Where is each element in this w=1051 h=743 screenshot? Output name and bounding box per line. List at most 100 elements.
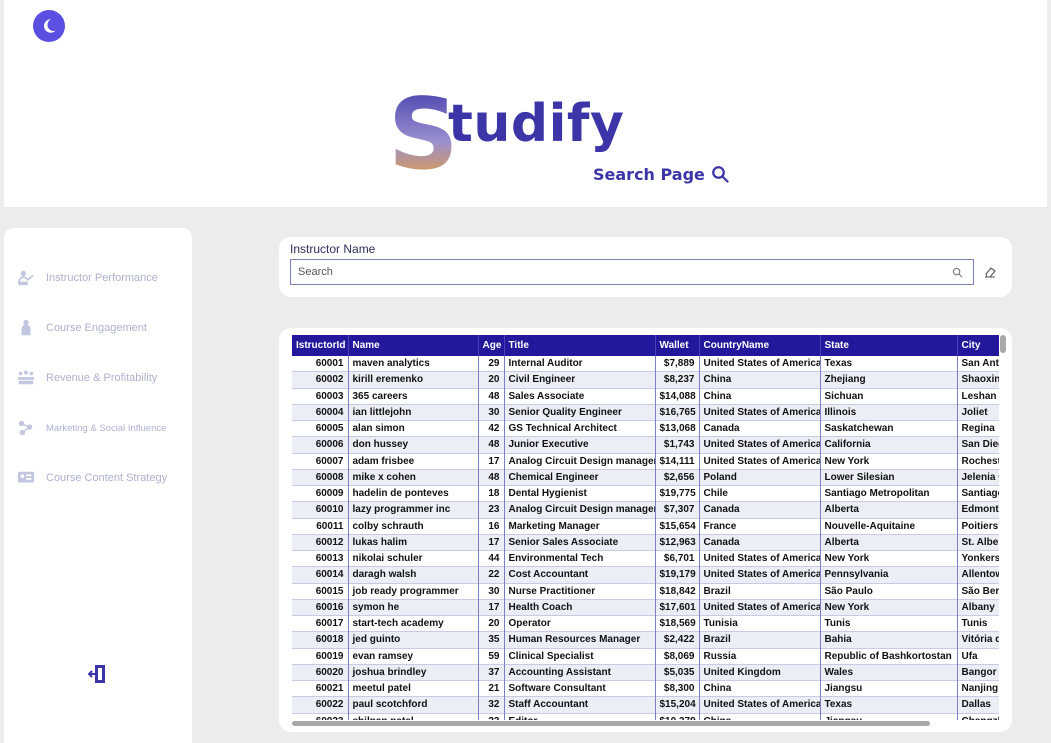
table-row[interactable]: 60002 kirill eremenko 20 Civil Engineer $8,2… bbox=[292, 371, 999, 388]
table-cell: Operator bbox=[504, 615, 656, 632]
table-cell: Edmonton bbox=[957, 501, 999, 518]
table-row[interactable]: 60019 evan ramsey 59 Clinical Specialist $8,… bbox=[292, 648, 999, 665]
table-cell: 60004 bbox=[292, 404, 349, 421]
table-cell: 60021 bbox=[292, 680, 349, 697]
table-cell: 60011 bbox=[292, 518, 349, 535]
table-row[interactable]: 60007 adam frisbee 17 Analog Circuit Design… bbox=[292, 453, 999, 470]
table-cell: Bahia bbox=[820, 631, 958, 648]
table-row[interactable]: 60022 paul scotchford 32 Staff Accountant $1… bbox=[292, 696, 999, 713]
table-cell: Software Consultant bbox=[504, 680, 656, 697]
table-cell: alan simon bbox=[348, 420, 479, 437]
sidebar-item-course-engagement[interactable]: Course Engagement bbox=[16, 316, 186, 340]
table-cell: Dental Hygienist bbox=[504, 485, 656, 502]
table-cell: job ready programmer bbox=[348, 583, 479, 600]
table-cell: São Paulo bbox=[820, 583, 958, 600]
column-header[interactable]: State bbox=[820, 335, 958, 356]
column-header[interactable]: CountryName bbox=[699, 335, 821, 356]
table-cell: 59 bbox=[478, 648, 505, 665]
table-row[interactable]: 60010 lazy programmer inc 23 Analog Circuit… bbox=[292, 501, 999, 518]
table-row[interactable]: 60005 alan simon 42 GS Technical Architect $… bbox=[292, 420, 999, 437]
table-cell: United States of America bbox=[699, 599, 821, 616]
table-cell: ian littlejohn bbox=[348, 404, 479, 421]
vertical-scrollbar[interactable] bbox=[1000, 335, 1006, 353]
instructor-table-scroll[interactable]: IstructorId Name Age Title Wallet Countr… bbox=[292, 335, 999, 720]
table-row[interactable]: 60013 nikolai schuler 44 Environmental Tech… bbox=[292, 550, 999, 567]
logout-button[interactable] bbox=[87, 664, 108, 684]
table-cell: adam frisbee bbox=[348, 453, 479, 470]
table-row[interactable]: 60012 lukas halim 17 Senior Sales Associate… bbox=[292, 534, 999, 551]
table-cell: Environmental Tech bbox=[504, 550, 656, 567]
column-header[interactable]: IstructorId bbox=[292, 335, 349, 356]
table-cell: Santiago Metropolitan bbox=[820, 485, 958, 502]
table-cell: Alberta bbox=[820, 534, 958, 551]
table-cell: Civil Engineer bbox=[504, 371, 656, 388]
logo-wordmark: tudify bbox=[448, 94, 625, 154]
column-header[interactable]: Name bbox=[348, 335, 479, 356]
instructor-filter-card: Instructor Name bbox=[279, 237, 1012, 297]
table-cell: 22 bbox=[478, 566, 505, 583]
table-cell: Poland bbox=[699, 469, 821, 486]
table-cell: Senior Quality Engineer bbox=[504, 404, 656, 421]
table-row[interactable]: 60021 meetul patel 21 Software Consultant $8… bbox=[292, 680, 999, 697]
instructor-search-input[interactable] bbox=[298, 266, 938, 278]
table-row[interactable]: 60020 joshua brindley 37 Accounting Assista… bbox=[292, 664, 999, 681]
table-row[interactable]: 60009 hadelin de ponteves 18 Dental Hygieni… bbox=[292, 485, 999, 502]
table-cell: 60023 bbox=[292, 713, 349, 720]
table-row[interactable]: 60003 365 careers 48 Sales Associate $14,088… bbox=[292, 388, 999, 405]
table-row[interactable]: 60016 symon he 17 Health Coach $17,601 United… bbox=[292, 599, 999, 616]
table-cell: 60018 bbox=[292, 631, 349, 648]
table-cell: 365 careers bbox=[348, 388, 479, 405]
table-cell: Tunisia bbox=[699, 615, 821, 632]
horizontal-scrollbar[interactable] bbox=[292, 721, 930, 726]
table-cell: 29 bbox=[478, 356, 505, 372]
table-row[interactable]: 60014 daragh walsh 22 Cost Accountant $19,17… bbox=[292, 566, 999, 583]
sidebar-item-course-content[interactable]: Course Content Strategy bbox=[16, 466, 186, 490]
table-row[interactable]: 60008 mike x cohen 48 Chemical Engineer $2,6… bbox=[292, 469, 999, 486]
search-icon[interactable] bbox=[952, 267, 963, 278]
table-cell: evan ramsey bbox=[348, 648, 479, 665]
table-cell: 17 bbox=[478, 599, 505, 616]
table-cell: start-tech academy bbox=[348, 615, 479, 632]
table-cell: Human Resources Manager bbox=[504, 631, 656, 648]
clear-filter-icon[interactable] bbox=[984, 266, 996, 278]
table-cell: Health Coach bbox=[504, 599, 656, 616]
table-cell: $8,300 bbox=[655, 680, 700, 697]
table-row[interactable]: 60006 don hussey 48 Junior Executive $1,743 U… bbox=[292, 436, 999, 453]
table-row[interactable]: 60011 colby schrauth 16 Marketing Manager $1… bbox=[292, 518, 999, 535]
sidebar-item-marketing-social[interactable]: Marketing & Social Influence bbox=[16, 416, 186, 440]
table-cell: $12,963 bbox=[655, 534, 700, 551]
table-cell: $10,379 bbox=[655, 713, 700, 720]
table-row[interactable]: 60015 job ready programmer 30 Nurse Practit… bbox=[292, 583, 999, 600]
table-cell: Ufa bbox=[957, 648, 999, 665]
column-header[interactable]: Age bbox=[478, 335, 505, 356]
table-cell: $2,656 bbox=[655, 469, 700, 486]
table-row[interactable]: 60017 start-tech academy 20 Operator $18,569… bbox=[292, 615, 999, 632]
table-cell: China bbox=[699, 388, 821, 405]
table-row[interactable]: 60004 ian littlejohn 30 Senior Quality Engi… bbox=[292, 404, 999, 421]
column-header[interactable]: Wallet bbox=[655, 335, 700, 356]
share-icon bbox=[16, 418, 36, 438]
table-cell: United States of America bbox=[699, 453, 821, 470]
table-cell: Texas bbox=[820, 696, 958, 713]
column-header[interactable]: City bbox=[957, 335, 999, 356]
table-cell: 30 bbox=[478, 404, 505, 421]
table-cell: Editor bbox=[504, 713, 656, 720]
table-row[interactable]: 60001 maven analytics 29 Internal Auditor $7… bbox=[292, 356, 999, 372]
table-cell: don hussey bbox=[348, 436, 479, 453]
sidebar-item-instructor-performance[interactable]: Instructor Performance bbox=[16, 266, 186, 290]
table-cell: United States of America bbox=[699, 404, 821, 421]
table-row[interactable]: 60023shilpan patel23Editor$10,379ChinaJi… bbox=[292, 713, 999, 720]
table-cell: Republic of Bashkortostan bbox=[820, 648, 958, 665]
table-row[interactable]: 60018 jed guinto 35 Human Resources Manager… bbox=[292, 631, 999, 648]
sidebar-item-revenue-profitability[interactable]: Revenue & Profitability bbox=[16, 366, 186, 390]
table-cell: 60009 bbox=[292, 485, 349, 502]
table-cell: 60001 bbox=[292, 356, 349, 372]
logo-s-letter: S bbox=[388, 78, 452, 174]
table-cell: Staff Accountant bbox=[504, 696, 656, 713]
dark-mode-toggle[interactable] bbox=[33, 10, 65, 42]
table-cell: $18,842 bbox=[655, 583, 700, 600]
table-cell: Canada bbox=[699, 534, 821, 551]
column-header[interactable]: Title bbox=[504, 335, 656, 356]
table-cell: 21 bbox=[478, 680, 505, 697]
table-cell: 30 bbox=[478, 583, 505, 600]
